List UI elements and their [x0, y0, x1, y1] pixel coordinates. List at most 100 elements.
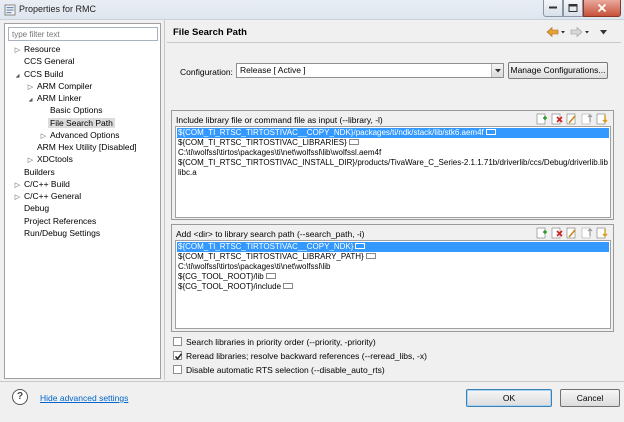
chevron-down-icon[interactable]: ◢ [13, 70, 22, 82]
search-path-row[interactable]: ${CG_TOOL_ROOT}/lib [177, 272, 276, 282]
tree-item[interactable]: CCS General [13, 55, 77, 67]
tree-item[interactable]: ▷ XDCtools [26, 153, 75, 165]
cancel-button[interactable]: Cancel [560, 389, 620, 407]
ellipsis-icon[interactable] [355, 242, 366, 249]
hide-advanced-settings-link[interactable]: Hide advanced settings [40, 393, 128, 403]
chevron-down-icon[interactable] [491, 64, 503, 77]
footer-separator [0, 381, 624, 382]
library-file-row[interactable]: libc.a [177, 168, 197, 178]
close-button[interactable] [583, 0, 621, 17]
checkbox-unchecked-icon[interactable] [173, 365, 182, 375]
search-path-header: Add <dir> to library search path (--sear… [176, 229, 365, 239]
tree-item[interactable]: ▷ Advanced Options [39, 129, 121, 141]
tree-item-label: C/C++ General [24, 191, 82, 201]
add-icon[interactable] [536, 227, 547, 239]
app-icon [4, 4, 16, 16]
tree-item-label: Resource [24, 44, 61, 54]
back-menu-icon[interactable] [561, 31, 565, 34]
option-checkbox[interactable]: Search libraries in priority order (--pr… [173, 337, 376, 348]
search-path-row[interactable]: ${CG_TOOL_ROOT}/include [177, 282, 294, 292]
tree-item[interactable]: ▷ ARM Compiler [26, 80, 94, 92]
tree-item-label: Builders [24, 166, 55, 177]
edit-icon[interactable] [566, 227, 576, 239]
filter-input[interactable] [8, 27, 158, 41]
close-icon [597, 3, 607, 13]
tree-item[interactable]: ▷ Resource [13, 43, 62, 55]
tree-item-label: XDCtools [37, 154, 73, 165]
library-file-path: ${COM_TI_RTSC_TIRTOSTIVAC_INSTALL_DIR}/p… [178, 158, 608, 167]
tree-item[interactable]: File Search Path [39, 117, 115, 129]
search-path-path: C:\ti\wolfssl\tirtos\packages\ti\net\wol… [178, 262, 331, 271]
library-file-row[interactable]: ${COM_TI_RTSC_TIRTOSTIVAC__COPY_NDK}/pac… [177, 128, 609, 138]
library-file-row[interactable]: ${COM_TI_RTSC_TIRTOSTIVAC_LIBRARIES} [177, 138, 359, 148]
chevron-down-icon[interactable]: ◢ [26, 94, 35, 106]
move-down-icon[interactable] [596, 227, 608, 239]
tree-item[interactable]: Run/Debug Settings [13, 227, 102, 239]
back-arrow-icon[interactable] [546, 26, 559, 38]
search-path-section: Add <dir> to library search path (--sear… [171, 224, 614, 332]
option-checkbox[interactable]: Disable automatic RTS selection (--disab… [173, 365, 385, 376]
tree-item[interactable]: ARM Hex Utility [Disabled] [26, 141, 139, 153]
tree-item-label: ARM Linker [37, 93, 82, 103]
move-up-icon[interactable] [581, 227, 593, 239]
library-files-section: Include library file or command file as … [171, 110, 614, 220]
library-file-row[interactable]: ${COM_TI_RTSC_TIRTOSTIVAC_INSTALL_DIR}/p… [177, 158, 610, 168]
maximize-icon [568, 4, 578, 12]
tree-item[interactable]: Builders [13, 166, 57, 178]
search-path-path: ${CG_TOOL_ROOT}/lib [178, 272, 264, 281]
ellipsis-icon[interactable] [485, 128, 496, 135]
forward-arrow-icon[interactable] [570, 26, 583, 38]
search-path-path: ${COM_TI_RTSC_TIRTOSTIVAC_LIBRARY_PATH} [178, 252, 364, 261]
library-file-path: C:\ti\wolfssl\tirtos\packages\ti\net\wol… [178, 148, 382, 157]
view-menu-icon[interactable] [600, 30, 607, 35]
tree-item[interactable]: ▷ C/C++ General [13, 190, 83, 202]
tree-item[interactable]: ◢ ARM Linker [26, 92, 83, 104]
configuration-label: Configuration: [180, 67, 233, 77]
delete-icon[interactable] [551, 227, 563, 239]
move-down-icon[interactable] [596, 113, 608, 125]
tree-item[interactable]: Basic Options [39, 104, 104, 116]
manage-configurations-button[interactable]: Manage Configurations... [508, 62, 608, 79]
library-files-list[interactable]: ${COM_TI_RTSC_TIRTOSTIVAC__COPY_NDK}/pac… [175, 126, 611, 218]
tree-item-label: Advanced Options [50, 129, 120, 140]
ok-button[interactable]: OK [466, 389, 552, 407]
configuration-value: Release [ Active ] [240, 65, 306, 75]
ellipsis-icon[interactable] [283, 282, 294, 289]
search-path-row[interactable]: ${COM_TI_RTSC_TIRTOSTIVAC_LIBRARY_PATH} [177, 252, 376, 262]
add-icon[interactable] [536, 113, 547, 125]
navigation-toolbar [545, 26, 615, 38]
minimize-button[interactable] [543, 0, 563, 17]
property-tree-panel: ▷ResourceCCS General◢CCS Build▷ARM Compi… [4, 23, 161, 379]
maximize-button[interactable] [563, 0, 583, 17]
edit-icon[interactable] [566, 113, 576, 125]
search-path-path: ${COM_TI_RTSC_TIRTOSTIVAC__COPY_NDK} [178, 242, 354, 251]
library-file-path: ${COM_TI_RTSC_TIRTOSTIVAC_LIBRARIES} [178, 138, 347, 147]
ellipsis-icon[interactable] [365, 252, 376, 259]
configuration-select[interactable]: Release [ Active ] [236, 63, 504, 78]
tree-item[interactable]: Project References [13, 215, 98, 227]
move-up-icon[interactable] [581, 113, 593, 125]
tree-item[interactable]: ◢ CCS Build [13, 68, 65, 80]
tree-item[interactable]: Debug [13, 202, 51, 214]
forward-menu-icon[interactable] [585, 31, 589, 34]
panel-divider[interactable] [164, 20, 165, 380]
search-path-row[interactable]: ${COM_TI_RTSC_TIRTOSTIVAC__COPY_NDK} [177, 242, 609, 252]
checkbox-checked-icon[interactable] [173, 351, 183, 361]
tree-item-label: ARM Hex Utility [Disabled] [37, 142, 137, 152]
ellipsis-icon[interactable] [609, 158, 610, 165]
tree-item[interactable]: ▷ C/C++ Build [13, 178, 72, 190]
help-icon[interactable]: ? [12, 389, 28, 405]
library-file-row[interactable]: C:\ti\wolfssl\tirtos\packages\ti\net\wol… [177, 148, 381, 158]
tree-item-label: Run/Debug Settings [24, 227, 101, 238]
checkbox-unchecked-icon[interactable] [173, 337, 182, 347]
delete-icon[interactable] [551, 113, 563, 125]
option-label: Reread libraries; resolve backward refer… [186, 351, 427, 361]
tree-item-label: Project References [24, 215, 97, 226]
library-file-path: ${COM_TI_RTSC_TIRTOSTIVAC__COPY_NDK}/pac… [178, 128, 484, 137]
library-files-toolbar [536, 113, 610, 125]
option-checkbox[interactable]: Reread libraries; resolve backward refer… [173, 351, 427, 362]
search-path-row[interactable]: C:\ti\wolfssl\tirtos\packages\ti\net\wol… [177, 262, 331, 272]
ellipsis-icon[interactable] [348, 138, 359, 145]
ellipsis-icon[interactable] [265, 272, 276, 279]
search-path-list[interactable]: ${COM_TI_RTSC_TIRTOSTIVAC__COPY_NDK} ${CO… [175, 240, 611, 329]
